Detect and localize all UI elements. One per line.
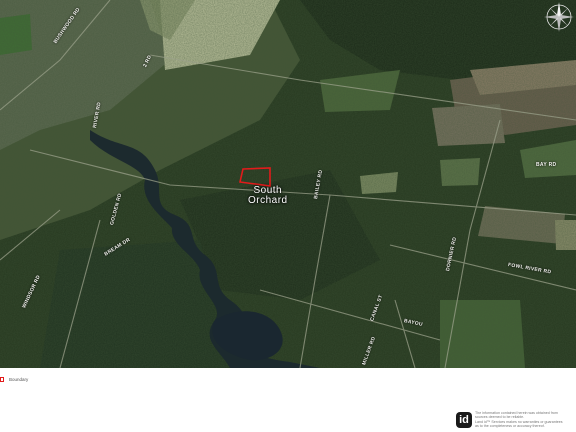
area-label-line2: Orchard — [248, 195, 288, 206]
boundary-legend-swatch — [0, 377, 4, 382]
disclaimer-line-4: as to the completeness or accuracy there… — [475, 424, 545, 429]
area-label: South Orchard — [248, 186, 288, 206]
boundary-legend-label: Boundary — [9, 377, 29, 382]
map-imagery — [0, 0, 576, 368]
brand-logo[interactable]: id — [456, 412, 472, 428]
disclaimer-text: The information contained herein was obt… — [475, 411, 575, 429]
satellite-map[interactable]: BUSHWOOD RD 2 RD BAY RD BAILEY RD GOLDEN… — [0, 0, 576, 368]
road-label-bay-rd: BAY RD — [536, 162, 557, 168]
compass-rose-icon — [542, 0, 576, 34]
